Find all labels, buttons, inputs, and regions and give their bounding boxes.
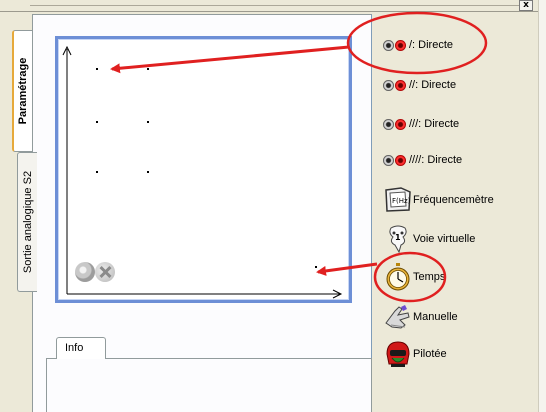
tab-parametrage-label: Paramétrage xyxy=(17,57,29,125)
drop-slot-dot xyxy=(147,171,149,173)
plug-red-icon xyxy=(395,79,406,91)
plug-gray-icon xyxy=(383,118,394,130)
pilot-helmet-icon xyxy=(383,340,411,368)
drop-slot-dot xyxy=(147,68,149,70)
axes-canvas xyxy=(62,45,343,299)
virtual-channel-icon: 1 xyxy=(383,225,411,254)
tab-sortie-label: Sortie analogique S2 xyxy=(21,170,34,274)
axes-drop-area[interactable] xyxy=(55,36,352,303)
title-strip xyxy=(0,0,546,12)
list-item-temps[interactable]: Temps xyxy=(383,263,445,291)
list-item-voie-virtuelle[interactable]: 1 Voie virtuelle xyxy=(383,225,476,254)
drop-slot-dot xyxy=(96,68,98,70)
tab-info[interactable]: Info xyxy=(56,337,106,359)
list-item-pilotee[interactable]: Pilotée xyxy=(383,340,447,368)
list-item-label: Pilotée xyxy=(413,348,447,360)
close-button[interactable]: x xyxy=(519,0,533,11)
frequency-meter-icon: F(Hz) xyxy=(383,186,411,214)
list-item-label: Voie virtuelle xyxy=(413,233,476,245)
svg-text:1: 1 xyxy=(395,233,401,242)
list-item-label: Temps xyxy=(413,271,446,283)
tab-info-label: Info xyxy=(65,342,84,354)
list-item-label: Manuelle xyxy=(413,311,458,323)
list-item-channel-1[interactable]: /: Directe xyxy=(383,31,453,59)
drop-slot-dot xyxy=(147,121,149,123)
cancel-circle-icon[interactable] xyxy=(95,262,115,282)
list-item-label: Fréquencemètre xyxy=(413,194,494,206)
info-panel xyxy=(46,358,372,412)
plug-gray-icon xyxy=(383,154,394,166)
plug-red-icon xyxy=(395,154,406,166)
plug-red-icon xyxy=(395,39,406,51)
tab-parametrage[interactable]: Paramétrage xyxy=(12,30,32,152)
stopwatch-icon xyxy=(383,263,411,291)
list-item-label: //: Directe xyxy=(409,79,457,91)
list-item-label: /: Directe xyxy=(409,39,454,51)
list-item-channel-3[interactable]: ///: Directe xyxy=(383,110,459,138)
drop-slot-dot xyxy=(96,121,98,123)
list-item-manuelle[interactable]: Manuelle xyxy=(383,303,458,331)
title-divider xyxy=(30,5,520,6)
list-item-channel-4[interactable]: ////: Directe xyxy=(383,146,462,174)
list-item-label: ///: Directe xyxy=(409,118,460,130)
drop-slot-dot xyxy=(96,171,98,173)
plug-gray-icon xyxy=(383,79,394,91)
list-item-frequencemetre[interactable]: F(Hz) Fréquencemètre xyxy=(383,186,494,214)
window-right-edge xyxy=(538,0,546,412)
drop-slot-dot xyxy=(315,266,317,268)
plug-red-icon xyxy=(395,118,406,130)
list-item-channel-2[interactable]: //: Directe xyxy=(383,71,456,99)
ok-circle-icon[interactable] xyxy=(75,262,95,282)
plug-gray-icon xyxy=(383,39,394,51)
manual-hand-icon xyxy=(383,303,411,331)
tab-sortie-analogique[interactable]: Sortie analogique S2 xyxy=(17,152,37,292)
svg-text:F(Hz): F(Hz) xyxy=(392,197,411,205)
list-item-label: ////: Directe xyxy=(409,154,463,166)
